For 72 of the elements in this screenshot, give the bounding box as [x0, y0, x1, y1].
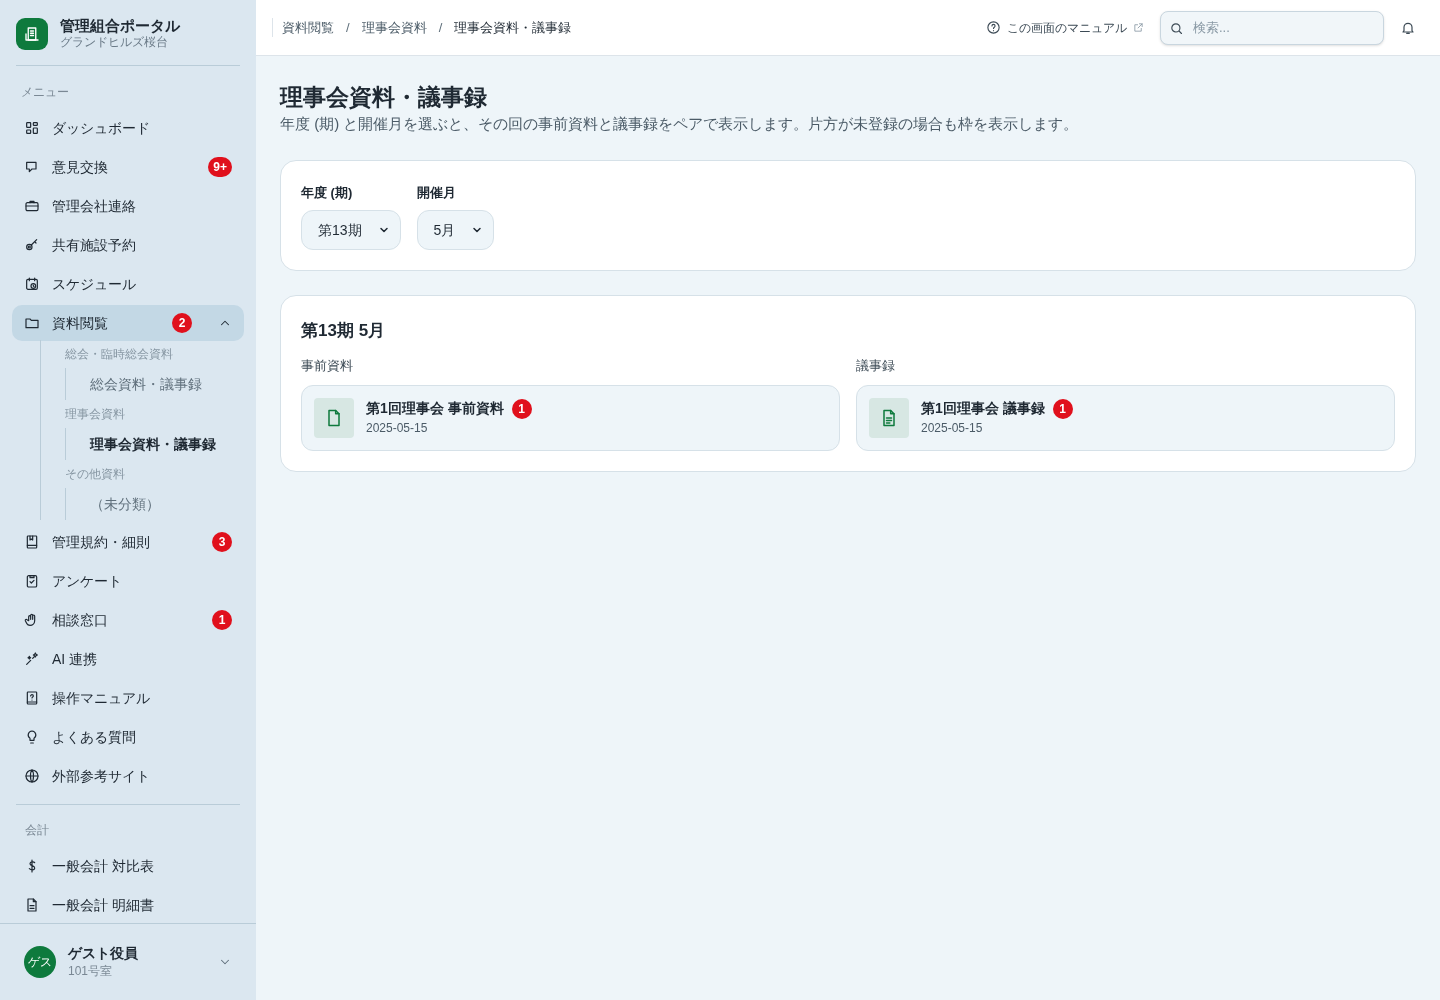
column-label: 議事録: [856, 357, 896, 375]
nav-item[interactable]: 一般会計 明細書: [12, 887, 244, 923]
search-icon: [1169, 20, 1184, 36]
clipboard-check-icon: [24, 573, 40, 589]
nav-item[interactable]: 管理会社連絡: [12, 188, 244, 224]
room-number: 101号室: [68, 963, 114, 980]
brand-subtitle: グランドヒルズ桜台: [60, 34, 169, 51]
page-description: 年度 (期) と開催月を選ぶと、その回の事前資料と議事録をペアで表示します。片方が未登録の場合も枠を表示します。: [280, 114, 1080, 134]
group-label: その他資料: [64, 466, 126, 483]
briefcase-icon: [24, 198, 40, 214]
nav-item[interactable]: 管理規約・細則 3: [12, 524, 244, 560]
nav-item[interactable]: 共有施設予約: [12, 227, 244, 263]
search-field[interactable]: 検索...: [1160, 10, 1384, 45]
document-title: 第1回理事会 事前資料: [366, 399, 504, 418]
nav-item[interactable]: AI 連携: [12, 641, 244, 677]
nav-item[interactable]: 外部参考サイト: [12, 758, 244, 794]
sub-nav-item[interactable]: 総会資料・議事録: [66, 368, 244, 400]
field-label: 開催月: [416, 183, 457, 202]
count-badge: 2: [172, 313, 192, 333]
page-title: 理事会資料・議事録: [280, 83, 488, 112]
section-heading: メニュー: [20, 84, 70, 101]
count-badge: 1: [212, 610, 232, 630]
nav-item[interactable]: ダッシュボード: [12, 110, 244, 146]
sparkle-icon: [24, 651, 40, 667]
select-field[interactable]: 5月: [416, 210, 495, 250]
nav-item[interactable]: 操作マニュアル: [12, 680, 244, 716]
select-field[interactable]: 第13期: [301, 210, 401, 250]
group-label: 総会・臨時総会資料: [64, 346, 174, 363]
breadcrumb-separator: /: [346, 18, 350, 37]
sub-nav-item[interactable]: （未分類）: [66, 488, 244, 520]
nav-item[interactable]: アンケート: [12, 563, 244, 599]
field-label: 年度 (期): [301, 183, 354, 202]
document-title: 第1回理事会 議事録: [921, 399, 1045, 418]
document-icon: [24, 897, 40, 913]
breadcrumb-separator: /: [438, 18, 443, 37]
result-heading: 第13期 5月: [301, 320, 387, 342]
grid-icon: [24, 120, 40, 136]
section-heading: 会計: [24, 822, 50, 839]
nav-item[interactable]: よくある質問: [12, 719, 244, 755]
nav-item[interactable]: 資料閲覧 2: [12, 305, 244, 341]
manual-link[interactable]: この画面のマニュアル: [986, 18, 1144, 37]
nav-item[interactable]: 一般会計 対比表: [12, 848, 244, 884]
brand-title: 管理組合ポータル: [60, 17, 180, 34]
book-icon: [24, 534, 40, 550]
help-book-icon: [24, 690, 40, 706]
document-card[interactable]: 第1回理事会 議事録 1 2025-05-15: [856, 384, 1395, 451]
external-link-icon: [1133, 22, 1144, 33]
globe-icon: [24, 768, 40, 784]
breadcrumb-item: 理事会資料・議事録: [454, 18, 572, 37]
breadcrumb-item[interactable]: 理事会資料: [361, 17, 427, 38]
chat-bubble-icon: [24, 159, 40, 175]
building-icon: [23, 25, 41, 43]
folder-icon: [24, 315, 40, 331]
count-badge: 9+: [208, 157, 232, 177]
calendar-clock-icon: [24, 276, 40, 292]
count-badge: 1: [1052, 398, 1073, 419]
column-label: 事前資料: [301, 357, 354, 375]
count-badge: 1: [511, 398, 532, 419]
group-label: 理事会資料: [64, 406, 126, 423]
document-date: 2025-05-15: [366, 420, 429, 437]
avatar: ゲス: [24, 946, 56, 978]
nav-item[interactable]: 意見交換 9+: [12, 149, 244, 185]
breadcrumb-item[interactable]: 資料閲覧: [282, 17, 334, 38]
nav-item[interactable]: 相談窓口 1: [12, 602, 244, 638]
count-badge: 3: [212, 532, 232, 552]
help-circle-icon: [986, 20, 1001, 35]
nav-item[interactable]: スケジュール: [12, 266, 244, 302]
sub-nav-item[interactable]: 理事会資料・議事録: [66, 428, 244, 460]
document-date: 2025-05-15: [921, 420, 984, 437]
user-name: ゲスト役員: [68, 944, 138, 962]
key-icon: [24, 237, 40, 253]
document-card[interactable]: 第1回理事会 事前資料 1 2025-05-15: [301, 384, 840, 451]
